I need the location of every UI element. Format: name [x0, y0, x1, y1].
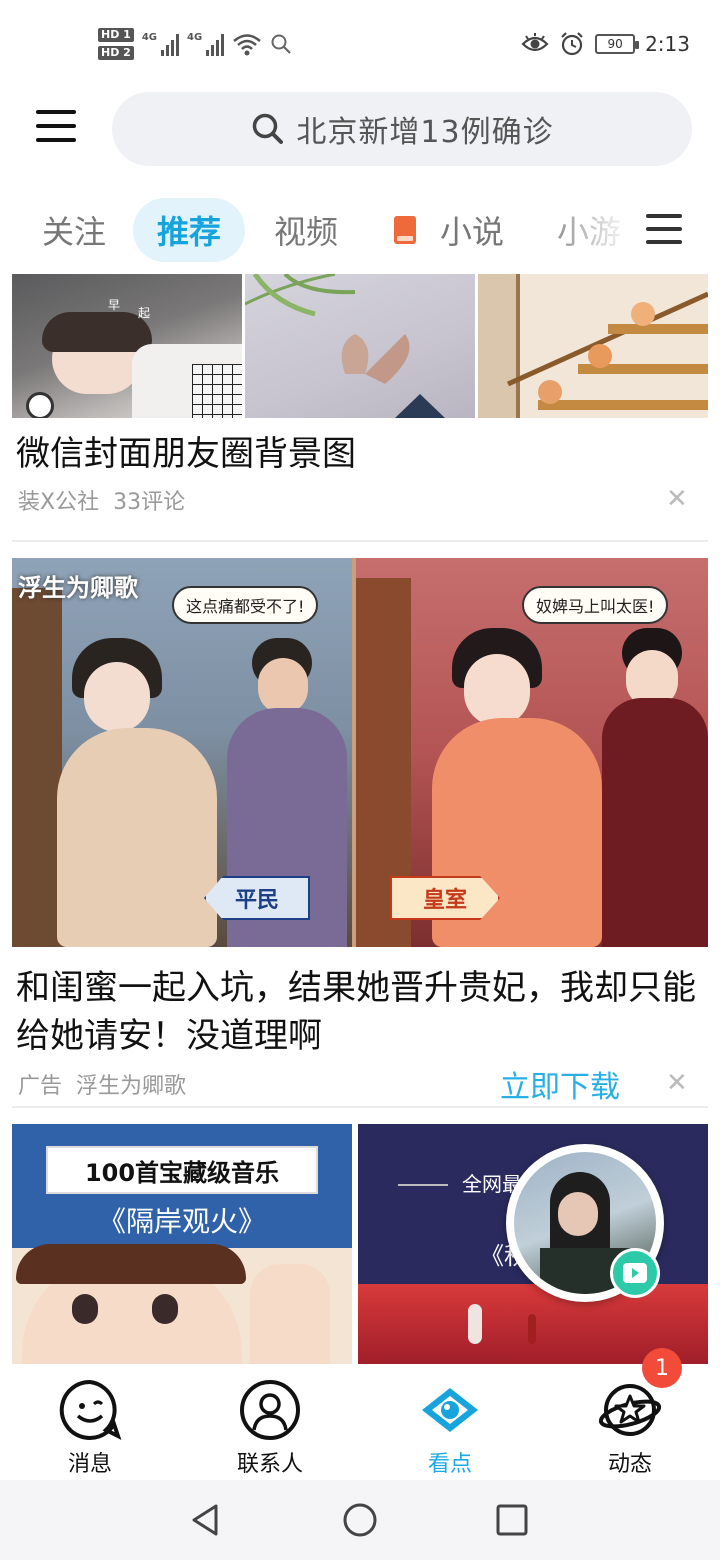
home-icon[interactable] — [340, 1500, 380, 1540]
tab-follow[interactable]: 关注 — [24, 198, 124, 262]
close-icon[interactable]: ✕ — [666, 486, 688, 512]
play-video-icon[interactable] — [610, 1248, 660, 1298]
tab-label: 视频 — [273, 213, 338, 251]
nav-label: 看点 — [427, 1452, 472, 1477]
ad-meta: 广告 浮生为卿歌 — [18, 1068, 186, 1100]
speech-bubble-left: 这点痛都受不了! — [172, 586, 319, 624]
royal-sign: 皇室 — [390, 876, 500, 920]
music-banner: 100首宝藏级音乐 — [46, 1146, 318, 1194]
post1-image-cats[interactable] — [478, 274, 708, 418]
battery-level: 90 — [607, 37, 623, 51]
post1-image-hands[interactable] — [245, 274, 475, 418]
nav-label: 动态 — [607, 1452, 652, 1477]
speech-bubble-right: 奴婢马上叫太医! — [522, 586, 669, 624]
battery-icon: 90 — [595, 34, 640, 54]
post1-meta: 装X公社 33评论 — [18, 484, 185, 516]
ad-title[interactable]: 和闺蜜一起入坑，结果她晋升贵妃，我却只能给她请安！没道理啊 — [16, 964, 706, 1060]
wifi-icon — [233, 34, 261, 56]
hd-indicators: HD 1 HD 2 — [98, 28, 134, 60]
sim1-hd-icon: HD 1 — [98, 28, 134, 42]
notification-badge: 1 — [642, 1348, 682, 1388]
floating-music-player[interactable] — [506, 1144, 664, 1302]
post3-image-left[interactable]: 100首宝藏级音乐 《隔岸观火》 — [12, 1124, 352, 1364]
status-bar: HD 1 HD 2 4G 4G 90 2:13 — [0, 0, 720, 88]
commoner-sign: 平民 — [204, 876, 310, 920]
eye-comfort-icon — [521, 33, 549, 52]
music-subtitle: 《隔岸观火》 — [97, 1205, 266, 1238]
ad-image[interactable]: 浮生为卿歌 这点痛都受不了! 奴婢马上叫太医! 平民 皇室 — [12, 558, 708, 947]
status-left: HD 1 HD 2 4G 4G — [98, 22, 292, 66]
back-icon[interactable] — [186, 1500, 226, 1540]
post1-image-baby[interactable]: 早 起 — [12, 274, 242, 418]
nav-kandian[interactable]: 看点 — [390, 1378, 510, 1478]
post1-comments: 33评论 — [113, 490, 186, 515]
search-header: 北京新增13例确诊 — [0, 88, 720, 176]
nav-label: 联系人 — [236, 1452, 303, 1477]
contacts-icon — [240, 1380, 300, 1440]
signal-1-icon: 4G — [142, 32, 179, 56]
tab-label: 小说 — [439, 213, 504, 251]
clock: 2:13 — [645, 32, 690, 56]
tabs-menu-icon[interactable] — [646, 214, 682, 250]
tab-novel[interactable]: 小说 — [384, 198, 514, 262]
message-smiley-icon — [59, 1379, 122, 1440]
game-logo: 浮生为卿歌 — [18, 573, 138, 602]
tab-label: 推荐 — [156, 213, 221, 251]
search-hint: 北京新增13例确诊 — [296, 115, 554, 150]
nav-messages[interactable]: 消息 — [30, 1378, 150, 1478]
alarm-icon — [561, 32, 583, 56]
search-bar[interactable]: 北京新增13例确诊 — [112, 92, 692, 166]
sim2-hd-icon: HD 2 — [98, 46, 134, 60]
ad-label: 广告 — [18, 1074, 63, 1099]
nav-contacts[interactable]: 联系人 — [210, 1378, 330, 1478]
search-icon — [253, 113, 284, 144]
recents-icon[interactable] — [492, 1500, 532, 1540]
tab-video[interactable]: 视频 — [254, 198, 358, 262]
star-planet-icon — [598, 1384, 662, 1436]
search-status-icon — [271, 34, 291, 54]
book-icon — [393, 216, 416, 244]
post1-source: 装X公社 — [18, 490, 100, 515]
nav-label: 消息 — [67, 1452, 112, 1477]
status-right: 90 2:13 — [521, 30, 690, 58]
nav-moments[interactable]: 动态 — [570, 1378, 690, 1478]
download-button[interactable]: 立即下载 — [500, 1062, 620, 1106]
close-icon[interactable]: ✕ — [666, 1070, 688, 1096]
tab-label: 关注 — [41, 213, 106, 251]
bottom-nav: 消息 联系人 看点 动态 — [0, 1364, 720, 1480]
ad-advertiser: 浮生为卿歌 — [76, 1074, 187, 1099]
eye-icon — [422, 1388, 478, 1432]
tab-recommend[interactable]: 推荐 — [133, 198, 245, 262]
signal-2-icon: 4G — [187, 32, 225, 56]
news-feed[interactable]: 早 起 微信封面朋友圈背景图 装X公社 33评论 ✕ 浮生为卿歌 这点痛都受不了… — [0, 274, 720, 1364]
category-tabs: 关注 推荐 视频 小说 小游 — [0, 188, 720, 274]
alarm-clock-drawing — [26, 392, 54, 418]
menu-icon[interactable] — [36, 110, 76, 150]
post1-title[interactable]: 微信封面朋友圈背景图 — [16, 430, 356, 478]
system-nav-bar — [0, 1480, 720, 1560]
